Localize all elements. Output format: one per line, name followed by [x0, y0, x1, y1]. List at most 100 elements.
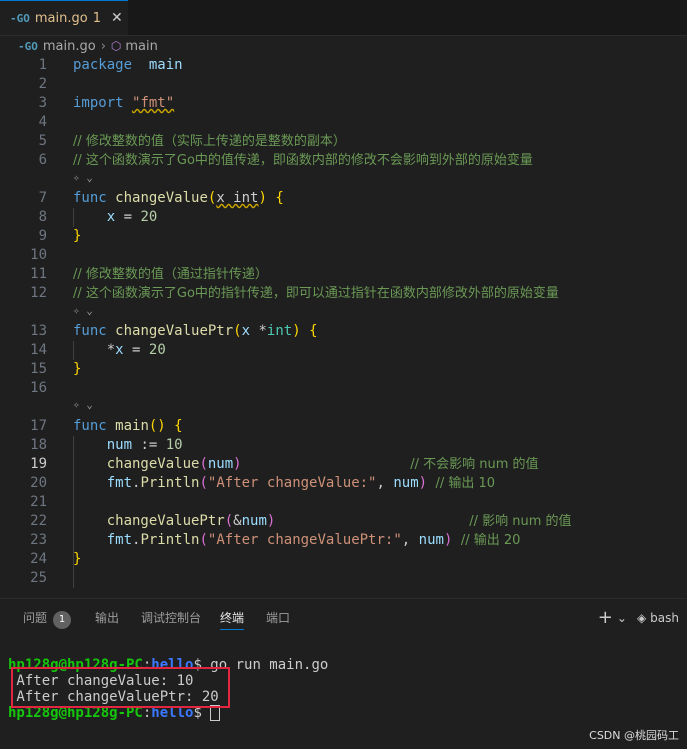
code-text: // 这个函数演示了Go中的指针传递，即可以通过指针在函数内部修改外部的原始变量	[73, 284, 559, 303]
code-line[interactable]: 11 // 修改整数的值（通过指针传递）	[0, 265, 687, 284]
code-token: package	[73, 57, 133, 73]
code-token: changeValuePtr	[106, 513, 225, 529]
code-token: func	[73, 418, 107, 434]
copilot-sparkle-icon[interactable]: ✧ ⌄	[73, 304, 93, 320]
code-line[interactable]: 4	[0, 113, 687, 132]
code-token: main	[148, 57, 183, 73]
code-text: }	[73, 227, 81, 246]
line-number: 23	[30, 532, 47, 548]
code-line[interactable]: 19 changeValue(num) // 不会影响 num 的值	[0, 455, 687, 474]
highlight-box	[11, 667, 230, 708]
code-token: x	[241, 323, 251, 339]
code-line[interactable]: 8 x = 20	[0, 208, 687, 227]
code-line[interactable]: 24}	[0, 550, 687, 569]
panel-tab[interactable]: 终端	[220, 609, 245, 630]
code-text: // 修改整数的值（通过指针传递）	[73, 265, 268, 284]
code-text: // 这个函数演示了Go中的值传递，即函数内部的修改不会影响到外部的原始变量	[73, 151, 533, 170]
code-token: num	[241, 513, 267, 529]
tab-main-go[interactable]: -GO main.go 1 ✕	[0, 0, 128, 35]
code-text: num := 10	[73, 436, 183, 455]
code-line[interactable]: 1 package main	[0, 56, 687, 75]
code-token: // 输出 20	[460, 533, 521, 548]
code-line[interactable]: 2	[0, 75, 687, 94]
code-token: &	[233, 513, 242, 529]
close-icon[interactable]: ✕	[111, 10, 123, 26]
code-line[interactable]: 22 changeValuePtr(&num) // 影响 num 的值	[0, 512, 687, 531]
chevron-down-icon[interactable]: ⌄	[617, 611, 627, 625]
code-line[interactable]: 9}	[0, 227, 687, 246]
line-number: 25	[30, 570, 47, 586]
code-line[interactable]: 23 fmt.Println("After changeValuePtr:", …	[0, 531, 687, 550]
code-token: changeValue	[106, 456, 200, 472]
code-token: fmt	[106, 475, 133, 491]
code-token: )	[258, 190, 267, 206]
code-token: {	[174, 418, 183, 434]
code-line[interactable]: 17 func main() {	[0, 417, 687, 436]
code-line[interactable]: 7 func changeValue(x int) {	[0, 189, 687, 208]
code-line[interactable]: 13 func changeValuePtr(x *int) {	[0, 322, 687, 341]
code-line[interactable]: 21	[0, 493, 687, 512]
code-text: changeValue(num) // 不会影响 num 的值	[73, 455, 539, 474]
code-token: func	[73, 323, 107, 339]
terminal-shell-icon: ◈	[636, 610, 647, 625]
line-number: 1	[38, 57, 47, 73]
panel-tab-label: 终端	[220, 611, 245, 625]
code-line[interactable]: 3 import "fmt"	[0, 94, 687, 113]
panel-tab-bar: 问题 1 输出 调试控制台 终端 端口	[0, 599, 687, 635]
code-token: num	[106, 437, 133, 453]
copilot-sparkle-icon[interactable]: ✧ ⌄	[73, 398, 93, 414]
panel-tab[interactable]: 端口	[266, 609, 290, 626]
code-line[interactable]: 20 fmt.Println("After changeValue:", num…	[0, 474, 687, 493]
code-token: )	[233, 456, 242, 472]
code-text: func changeValue(x int) {	[73, 189, 284, 208]
line-number: 6	[38, 152, 47, 168]
panel-tab-label: 调试控制台	[141, 611, 202, 625]
code-token: // 影响 num 的值	[469, 514, 572, 529]
line-number: 18	[30, 437, 47, 453]
code-line[interactable]: 12 // 这个函数演示了Go中的指针传递，即可以通过指针在函数内部修改外部的原始…	[0, 284, 687, 303]
code-token: num	[207, 456, 234, 472]
add-terminal-icon[interactable]: +	[598, 607, 613, 628]
line-number: 19	[30, 456, 47, 472]
panel-tab[interactable]: 调试控制台	[141, 609, 201, 626]
panel-tab[interactable]: 输出	[95, 609, 119, 626]
code-token: *	[73, 342, 116, 358]
breadcrumb-symbol[interactable]: main	[125, 39, 157, 54]
code-line[interactable]: 10	[0, 246, 687, 265]
line-number: 11	[30, 266, 47, 282]
code-token: 20	[140, 209, 158, 225]
watermark: CSDN @桃园码工	[589, 729, 679, 742]
code-editor[interactable]: 1 package main 2 3 import "fmt" 4 5// 修改整数的值（实…	[0, 56, 687, 592]
code-token: (	[199, 456, 208, 472]
code-text: *x = 20	[73, 341, 166, 360]
code-text: func main() {	[73, 417, 183, 436]
terminal-shell-name[interactable]: bash	[650, 611, 679, 625]
code-line[interactable]: 18 num := 10	[0, 436, 687, 455]
line-number: 15	[30, 361, 47, 377]
code-token: ,	[401, 532, 419, 548]
line-number: 17	[30, 418, 47, 434]
code-token: // 这个函数演示了Go中的值传递，即函数内部的修改不会影响到外部的原始变量	[73, 153, 533, 168]
line-number: 20	[30, 475, 47, 491]
copilot-sparkle-icon[interactable]: ✧ ⌄	[73, 171, 93, 187]
breadcrumb-file[interactable]: main.go	[43, 39, 96, 54]
panel-actions: + ⌄ ◈ bash	[598, 607, 687, 628]
code-token: "After changeValuePtr:"	[207, 532, 402, 548]
code-line[interactable]: 25	[0, 569, 687, 588]
code-line[interactable]: 14 *x = 20	[0, 341, 687, 360]
code-token: // 这个函数演示了Go中的指针传递，即可以通过指针在函数内部修改外部的原始变量	[73, 286, 559, 301]
line-number: 16	[30, 380, 47, 396]
code-line[interactable]: 6 // 这个函数演示了Go中的值传递，即函数内部的修改不会影响到外部的原始变量	[0, 151, 687, 170]
code-line[interactable]: 5 // 修改整数的值（实际上传递的是整数的副本）	[0, 132, 687, 151]
code-line[interactable]: 16	[0, 379, 687, 398]
code-token: {	[275, 190, 284, 206]
code-line[interactable]: 15}	[0, 360, 687, 379]
panel-tab[interactable]: 问题 1	[23, 609, 72, 629]
